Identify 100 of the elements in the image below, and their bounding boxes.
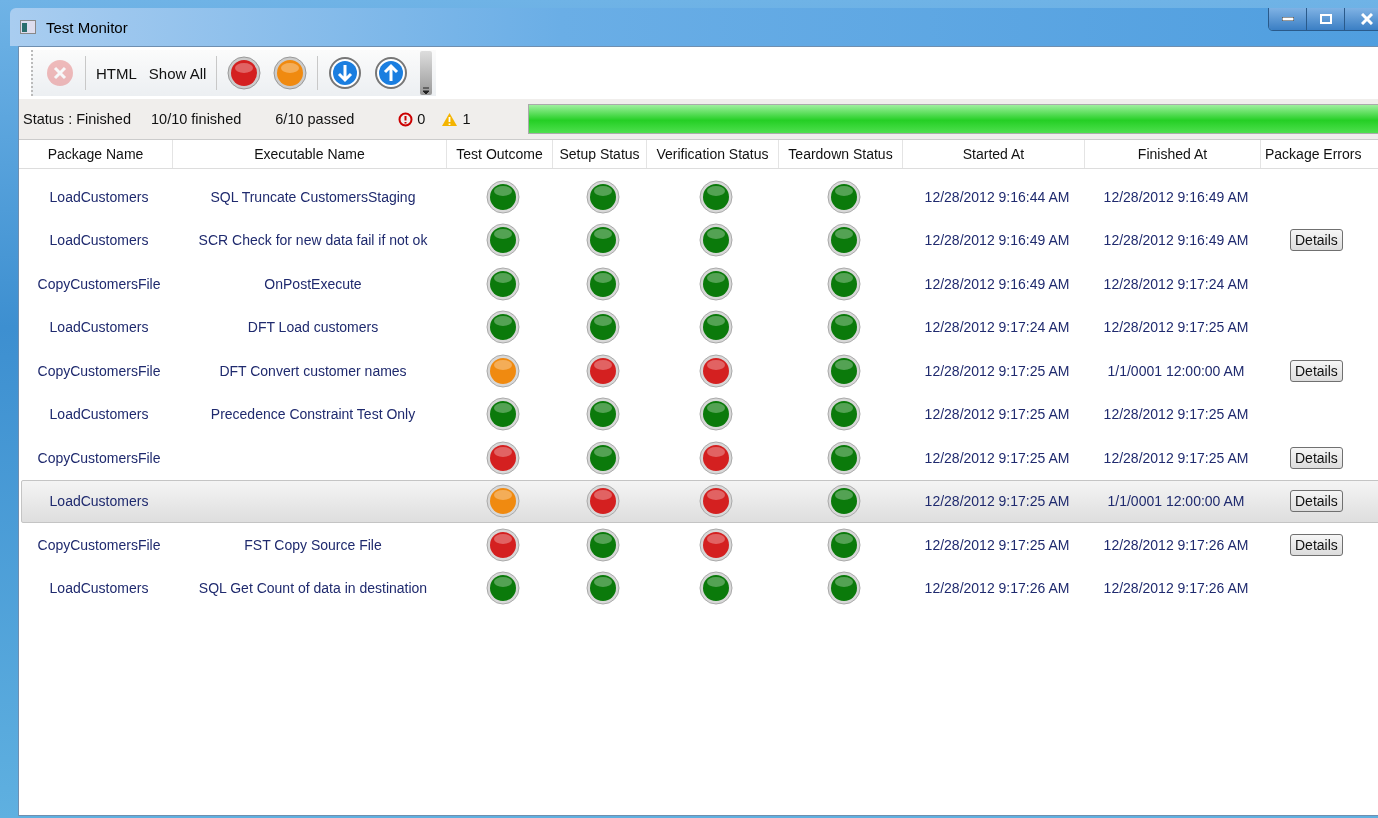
status-dot-icon (827, 310, 861, 345)
status-dot-icon (586, 440, 620, 475)
status-dot-icon (699, 179, 733, 214)
status-dot-icon (586, 353, 620, 388)
status-dot-icon (827, 571, 861, 606)
table-cell: 12/28/2012 9:17:26 AM (924, 580, 1070, 597)
selected-row[interactable]: LoadCustomers 12/28/2012 9:17:25 AM 1/1/0001 12:00:00 AM Details (21, 479, 1378, 523)
table-cell: 12/28/2012 9:17:25 AM (1103, 319, 1249, 336)
status-dot-icon (699, 571, 733, 606)
details-button[interactable]: Details (1290, 490, 1343, 513)
status-dot-icon (827, 527, 861, 562)
column-header[interactable]: Executable Name (254, 146, 365, 162)
details-button[interactable]: Details (1290, 533, 1343, 556)
table-cell: 12/28/2012 9:16:49 AM (924, 232, 1070, 249)
table-cell: 12/28/2012 9:17:25 AM (1103, 406, 1249, 423)
status-dot-icon (486, 484, 520, 519)
table-cell: 12/28/2012 9:17:26 AM (1103, 580, 1249, 597)
status-dot-icon (486, 440, 520, 475)
status-dot-icon (486, 179, 520, 214)
warning-count: 1 (462, 111, 471, 127)
table-cell: LoadCustomers (49, 580, 149, 597)
status-dot-icon (486, 397, 520, 432)
status-dot-icon (827, 266, 861, 301)
status-dot-icon (699, 223, 733, 258)
overflow-button[interactable] (420, 51, 433, 95)
status-dot-icon (486, 223, 520, 258)
status-dot-icon (586, 179, 620, 214)
status-dot-icon (586, 527, 620, 562)
column-header[interactable]: Started At (962, 146, 1025, 162)
table-cell: 1/1/0001 12:00:00 AM (1107, 493, 1245, 510)
status-dot-icon (827, 397, 861, 432)
status-dot-icon (486, 527, 520, 562)
table-cell: DFT Load customers (247, 319, 379, 336)
table-cell: 12/28/2012 9:17:25 AM (924, 362, 1070, 379)
table-cell: 12/28/2012 9:17:26 AM (1103, 536, 1249, 553)
status-dot-icon (827, 440, 861, 475)
error-count: 0 (417, 111, 426, 127)
column-header[interactable]: Finished At (1137, 146, 1208, 162)
table-cell: CopyCustomersFile (37, 449, 161, 466)
column-header[interactable]: Teardown Status (788, 146, 893, 162)
table-cell: CopyCustomersFile (37, 275, 161, 292)
status-dot-icon (827, 353, 861, 388)
status-text: Status : Finished (23, 111, 131, 127)
maximize-button[interactable] (1307, 8, 1345, 30)
column-header[interactable]: Test Outcome (456, 146, 543, 162)
status-dot-icon (827, 484, 861, 519)
table-cell: CopyCustomersFile (37, 536, 161, 553)
status-dot-icon (586, 571, 620, 606)
status-dot-icon (699, 397, 733, 432)
status-dot-icon (699, 440, 733, 475)
table-cell: 1/1/0001 12:00:00 AM (1107, 362, 1245, 379)
close-icon (45, 58, 75, 88)
details-button[interactable]: Details (1290, 229, 1343, 252)
table-cell: LoadCustomers (49, 188, 149, 205)
table-cell: 12/28/2012 9:16:49 AM (1103, 232, 1249, 249)
table-cell: 12/28/2012 9:17:25 AM (924, 536, 1070, 553)
status-dot-icon (586, 484, 620, 519)
table-cell: 12/28/2012 9:17:25 AM (1103, 449, 1249, 466)
details-button[interactable]: Details (1290, 446, 1343, 469)
maximize-icon (1319, 14, 1332, 24)
table-cell: 12/28/2012 9:17:25 AM (924, 449, 1070, 466)
table-cell: OnPostExecute (264, 275, 362, 292)
window-icon (20, 20, 36, 34)
table-cell: 12/28/2012 9:17:25 AM (924, 406, 1070, 423)
status-dot-icon (586, 310, 620, 345)
status-dot-icon (699, 353, 733, 388)
minimize-button[interactable] (1269, 8, 1307, 30)
status-dot-icon (486, 310, 520, 345)
column-header[interactable]: Setup Status (559, 146, 640, 162)
status-dot-icon (486, 266, 520, 301)
column-header[interactable]: Package Errors (1265, 146, 1362, 162)
close-button[interactable] (1345, 8, 1378, 30)
column-header[interactable]: Verification Status (656, 146, 769, 162)
table-cell: SQL Truncate CustomersStaging (210, 188, 416, 205)
details-button[interactable]: Details (1290, 359, 1343, 382)
table-cell: SCR Check for new data fail if not ok (198, 232, 428, 249)
status-dot-icon (827, 179, 861, 214)
warning-icon (441, 111, 459, 127)
error-icon (398, 111, 414, 127)
table-cell: FST Copy Source File (244, 536, 382, 553)
status-dot-icon (486, 571, 520, 606)
table-cell: LoadCustomers (49, 406, 149, 423)
table-cell: 12/28/2012 9:17:24 AM (924, 319, 1070, 336)
table-cell: 12/28/2012 9:16:49 AM (924, 275, 1070, 292)
toolbar-button[interactable]: Show All (144, 55, 211, 91)
finished-count: 10/10 finished (151, 111, 242, 127)
status-dot-icon (586, 397, 620, 432)
column-header[interactable]: Package Name (47, 146, 144, 162)
status-dot-icon (699, 266, 733, 301)
table-cell: 12/28/2012 9:17:25 AM (924, 493, 1070, 510)
caret-icon (422, 87, 431, 95)
table-cell: 12/28/2012 9:16:49 AM (1103, 188, 1249, 205)
table-cell: Precedence Constraint Test Only (210, 406, 416, 423)
close-icon (1361, 13, 1373, 25)
status-dot-icon (586, 223, 620, 258)
table-cell: SQL Get Count of data in destination (198, 580, 428, 597)
minimize-icon (1281, 17, 1294, 21)
window-title: Test Monitor (46, 18, 128, 36)
table-cell: 12/28/2012 9:17:24 AM (1103, 275, 1249, 292)
toolbar-button[interactable]: HTML (92, 55, 141, 91)
